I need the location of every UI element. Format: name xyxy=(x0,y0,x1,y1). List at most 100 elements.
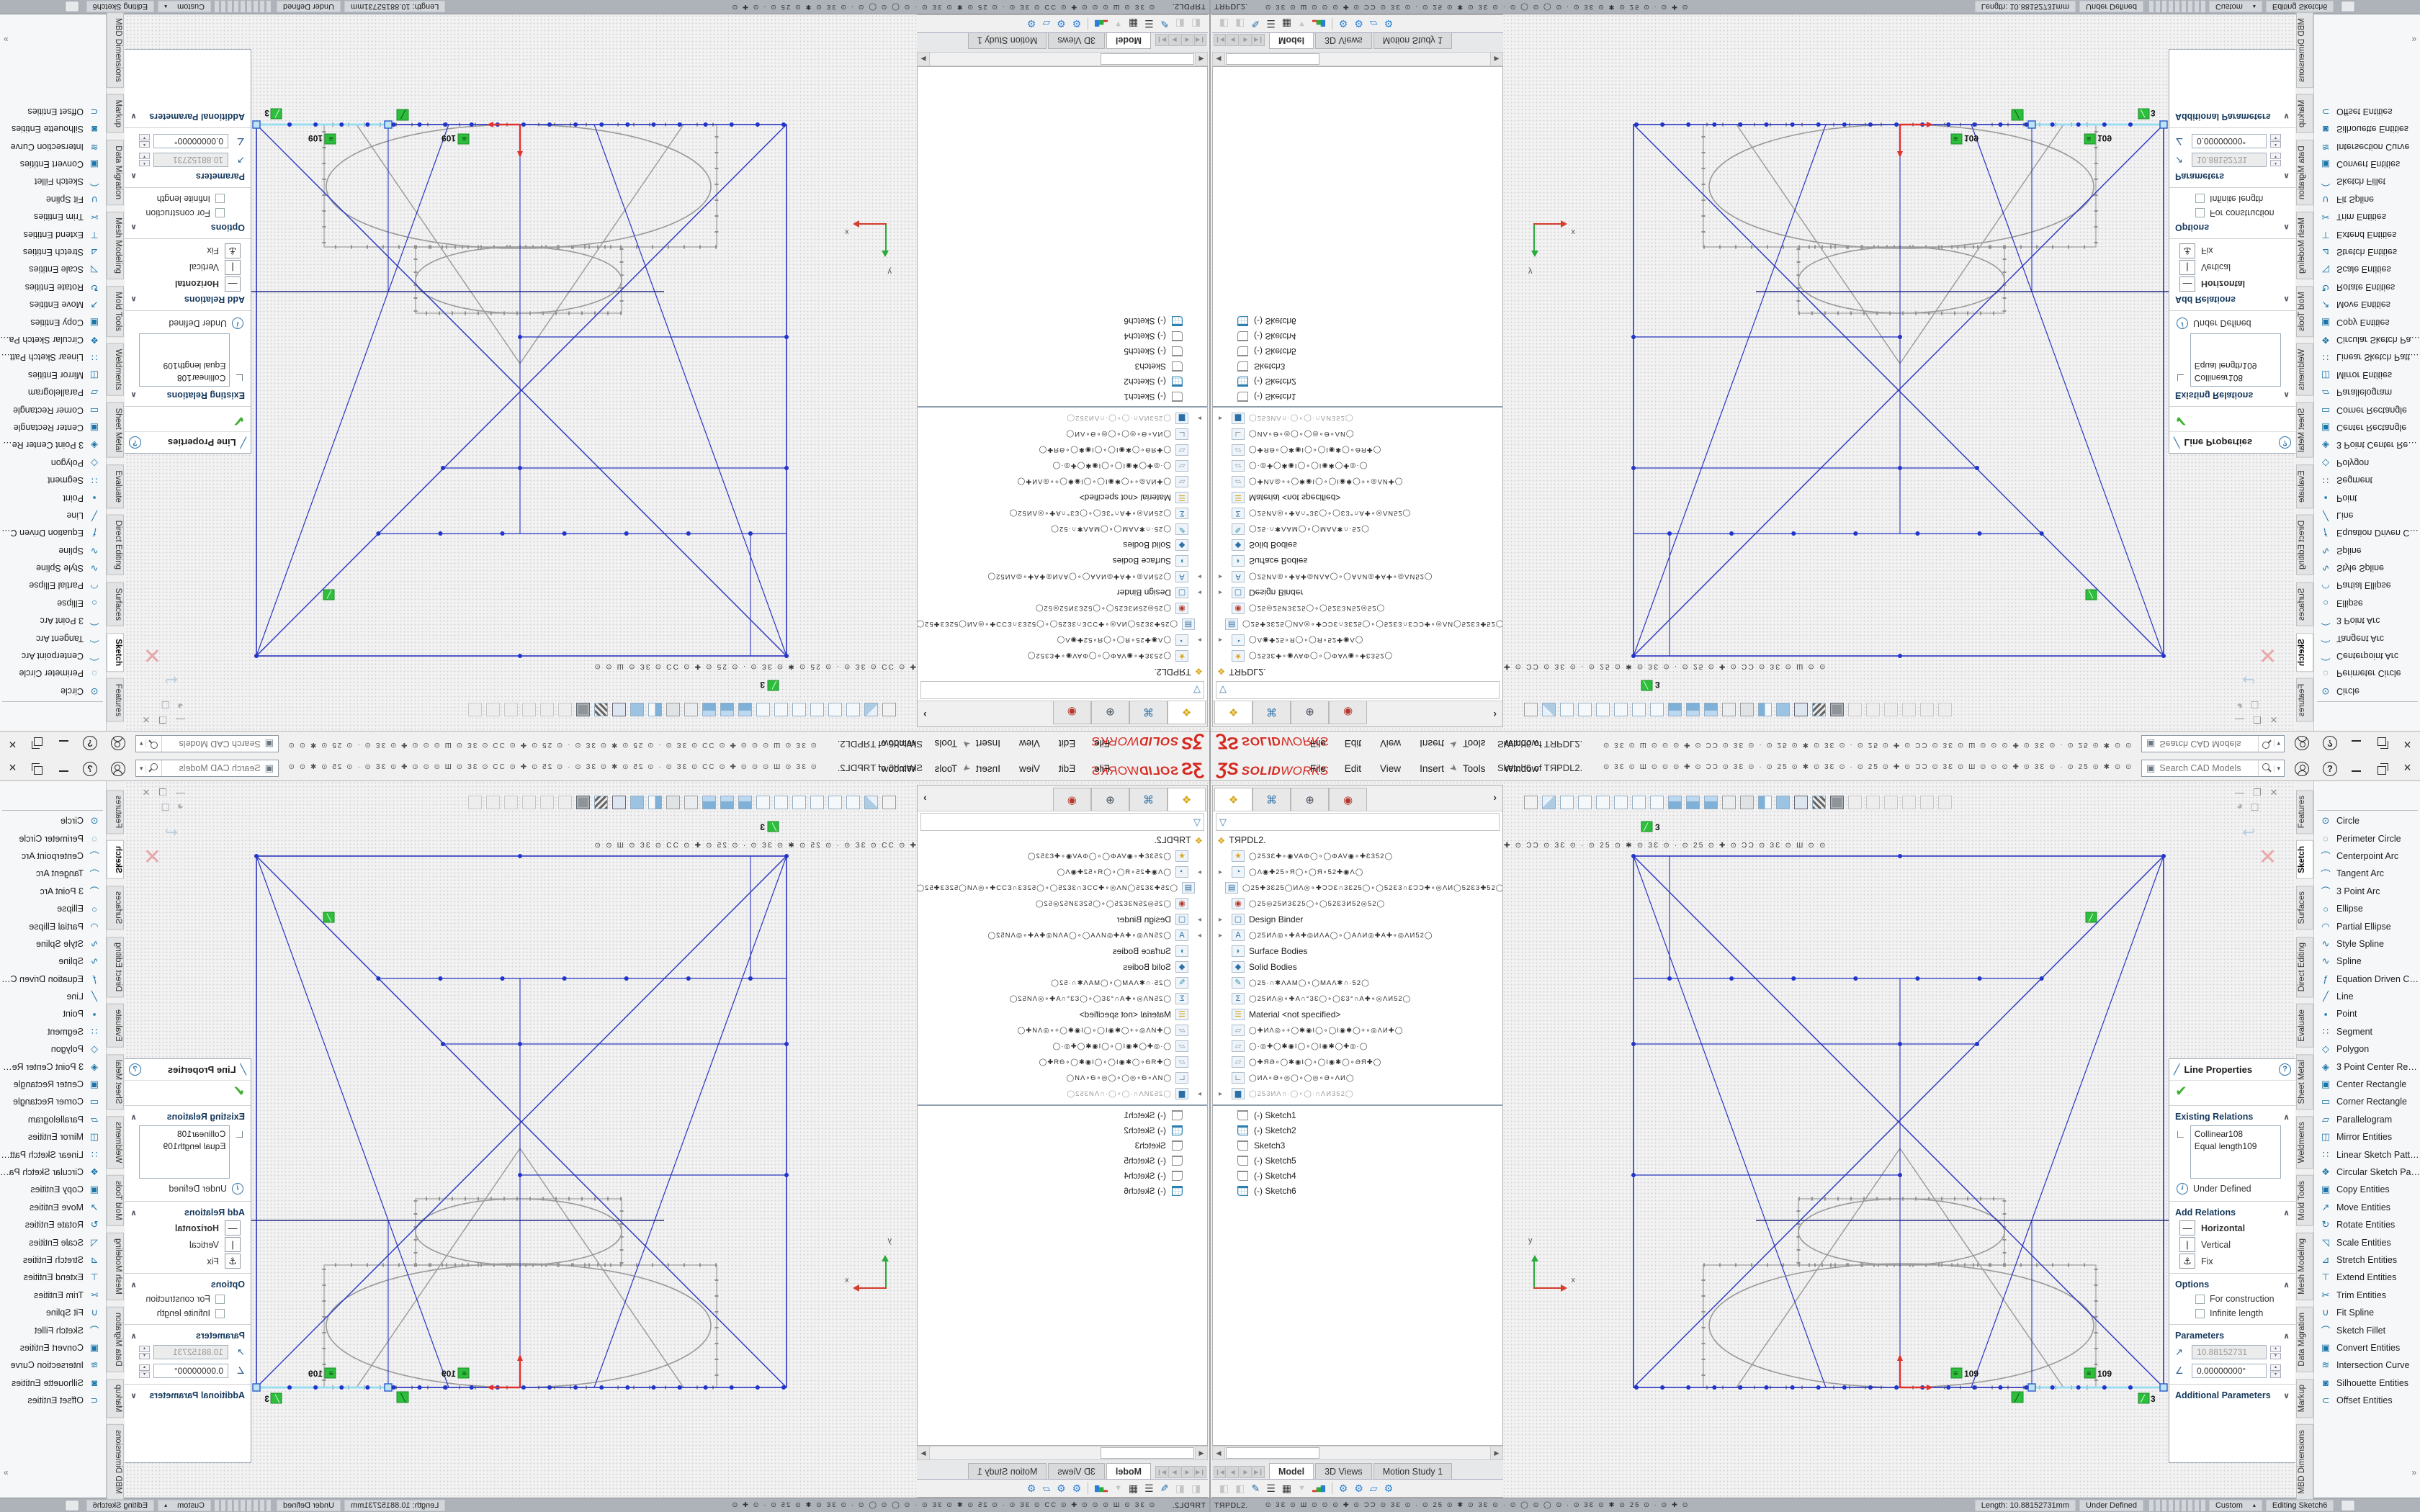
minimize-button[interactable] xyxy=(2349,735,2365,752)
tree-row[interactable]: ▸ ✎ ◯25·∩✱ΛAΜ◯∘◯ΜAΛ✱∩·52◯ xyxy=(1213,975,1502,991)
flyout-tool-item[interactable]: ∿ Style Spline xyxy=(2314,559,2420,577)
tab-displaymanager[interactable]: ◉ xyxy=(1053,701,1091,724)
view-toolbar-icon[interactable] xyxy=(558,703,572,716)
sketch-row[interactable]: (-) Sketch5 xyxy=(1213,344,1502,359)
view-toolbar-icon[interactable] xyxy=(1848,796,1862,809)
ok-check-icon[interactable]: ✔ xyxy=(125,410,251,431)
flyout-expand-icon[interactable]: » xyxy=(2411,1467,2416,1477)
expand-arrow-icon[interactable]: ▸ xyxy=(1219,589,1229,597)
sketch-row[interactable]: (-) Sketch4 xyxy=(1213,1168,1502,1183)
search-icon[interactable] xyxy=(2258,736,2274,752)
view-toolbar-icon[interactable] xyxy=(828,796,842,809)
view-toolbar-icon[interactable] xyxy=(540,703,554,716)
search-box[interactable]: ▣ ▾ xyxy=(135,735,279,752)
flyout-tool-item[interactable]: ∪ Fit Spline xyxy=(2314,191,2420,208)
model-tab[interactable]: Model xyxy=(1269,33,1314,49)
relation-button-icon[interactable]: | xyxy=(225,260,241,275)
view-toolbar-icon[interactable] xyxy=(1632,703,1646,716)
flyout-tool-item[interactable]: ⊙ Circle xyxy=(0,683,106,700)
flyout-tool-item[interactable]: ◈ 3 Point Center Recta... xyxy=(2314,436,2420,454)
tree-row[interactable]: ▸ ∟ ◯ИΛ∘Ә∘◎◯∘◯◎∘Ә∘ΛИ◯ xyxy=(918,426,1207,442)
tab-featuremanager-tree[interactable]: ❖ xyxy=(1214,788,1252,811)
sketch-row[interactable]: Sketch3 xyxy=(1213,359,1502,374)
flyout-tool-item[interactable]: ⊤ Extend Entities xyxy=(0,1269,106,1286)
view-toolbar-icon[interactable] xyxy=(1884,703,1898,716)
motion-toolbar-icon[interactable]: ◧ xyxy=(1219,19,1229,29)
additional-parameters-header[interactable]: Additional Parameters ∨ xyxy=(125,109,251,124)
sketch-row[interactable]: (-) Sketch5 xyxy=(918,344,1207,359)
sketch-row[interactable]: (-) Sketch1 xyxy=(918,1107,1207,1122)
doc-close-icon[interactable]: ✕ xyxy=(2270,714,2278,725)
commandmanager-tab[interactable]: Mesh Modeling xyxy=(2296,212,2313,279)
existing-relations-header[interactable]: Existing Relations ∧ xyxy=(125,388,251,402)
scroll-right-icon[interactable]: ▶ xyxy=(1490,53,1502,66)
expand-arrow-icon[interactable]: ▸ xyxy=(1219,573,1229,581)
motion-toolbar-icon[interactable]: ⚙ xyxy=(1339,19,1348,29)
view-toolbar-icon[interactable] xyxy=(1722,796,1736,809)
menu-item[interactable]: Edit xyxy=(1345,738,1361,749)
relation-button-icon[interactable]: ⚓ xyxy=(2179,243,2195,258)
panel-help-icon[interactable]: ? xyxy=(2279,1063,2291,1076)
expand-arrow-icon[interactable]: ▸ xyxy=(1219,415,1229,423)
tree-filter-input[interactable] xyxy=(1229,816,1499,828)
search-dropdown-icon[interactable]: ▾ xyxy=(138,765,146,773)
player-button[interactable]: ▶ xyxy=(1240,1466,1252,1478)
search-icon[interactable] xyxy=(146,760,162,776)
player-button[interactable]: ▶❙ xyxy=(1252,1466,1265,1478)
commandmanager-tab[interactable]: Direct Editing xyxy=(2296,937,2313,997)
flyout-tool-item[interactable]: ⊂ Offset Entities xyxy=(2314,1392,2420,1409)
checkbox-label[interactable]: For construction xyxy=(145,208,210,218)
tree-row[interactable]: ▸ Σ ◯25ИΛ◎∘✚A∩°3Ɛ◯∘◯Ɛ3°∩A✚∘◎ΛИ52◯ xyxy=(918,505,1207,521)
collapse-caret-icon[interactable]: ∧ xyxy=(130,223,137,233)
commandmanager-tab[interactable]: Surfaces xyxy=(107,582,125,626)
flyout-tool-item[interactable]: ⊂ Offset Entities xyxy=(2314,103,2420,120)
view-toolbar-icon[interactable] xyxy=(1596,703,1610,716)
view-toolbar-icon[interactable] xyxy=(1722,703,1736,716)
tree-row[interactable]: ▸ ▱ ◯✚ЯӘ∘◯✱◉I◯∘◯I◉✱◯∘ӘЯ✚◯ xyxy=(918,1054,1207,1070)
checkbox-label[interactable]: Infinite length xyxy=(157,194,210,204)
commandmanager-tab[interactable]: Direct Editing xyxy=(107,515,125,575)
confirmation-corner-cancel-icon[interactable]: ✕ xyxy=(2259,845,2277,870)
view-toolbar-icon[interactable] xyxy=(1812,796,1826,809)
scroll-thumb[interactable] xyxy=(1226,53,1319,65)
scroll-thumb[interactable] xyxy=(1101,53,1194,65)
flyout-tool-item[interactable]: ⌒ Sketch Fillet xyxy=(0,173,106,190)
tree-root-row[interactable]: ❖ TЯPDL2. xyxy=(1213,664,1502,680)
collapse-caret-icon[interactable]: ∨ xyxy=(130,112,137,122)
commandmanager-tab[interactable]: Weldments xyxy=(107,343,125,396)
close-button[interactable]: × xyxy=(4,735,21,752)
tabs-overflow-chevron-icon[interactable]: › xyxy=(923,709,927,721)
flyout-tool-item[interactable]: ∪ Fit Spline xyxy=(0,191,106,208)
view-toolbar-icon[interactable] xyxy=(846,796,860,809)
doc-minimize-icon[interactable]: — xyxy=(2235,787,2244,798)
commandmanager-tab[interactable]: Evaluate xyxy=(107,464,125,508)
relation-button-icon[interactable]: — xyxy=(225,1220,241,1236)
flyout-tool-item[interactable]: ⌒ Centerpoint Arc xyxy=(2314,647,2420,665)
flyout-tool-item[interactable]: ↗ Move Entities xyxy=(0,296,106,313)
flyout-tool-item[interactable]: ↗ Move Entities xyxy=(0,1199,106,1216)
sketch-row[interactable]: (-) Sketch5 xyxy=(1213,1153,1502,1168)
horizontal-scrollbar[interactable]: ◀ ▶ xyxy=(917,52,1208,66)
view-toolbar-icon[interactable] xyxy=(1650,703,1664,716)
menu-item[interactable]: Tools xyxy=(1463,738,1486,749)
commandmanager-tab[interactable]: Direct Editing xyxy=(107,937,125,997)
model-tab[interactable]: Model xyxy=(1106,1463,1151,1479)
tree-row[interactable]: ▸ ▱ ◯✚ИΛ◎∘+◯✱◉I◯∘◯I◉✱◯+∘◎ΛИ✚◯ xyxy=(918,1022,1207,1038)
commandmanager-tab[interactable]: Data Migration xyxy=(107,1307,125,1372)
close-button[interactable]: × xyxy=(2399,760,2416,777)
checkbox[interactable] xyxy=(215,1295,225,1304)
relation-button-icon[interactable]: — xyxy=(225,276,241,292)
collapse-caret-icon[interactable]: ∧ xyxy=(2283,1331,2290,1341)
view-toolbar-icon[interactable] xyxy=(612,796,626,809)
view-toolbar-icon[interactable] xyxy=(1866,703,1880,716)
flyout-tool-item[interactable]: ▪ Point xyxy=(2314,489,2420,506)
menu-item[interactable]: File xyxy=(1094,738,1110,749)
angle-spinner[interactable]: ▴▾ xyxy=(2270,135,2281,148)
tree-row[interactable]: ▸ ▤ ◯25✚3Ɛ25◯ИΛ◎∘✚ƆƆƐ∩3Ɛ25◯∘◯52Ɛ3∩ƐƆƆ✚∘◎… xyxy=(1213,880,1502,896)
flyout-tool-item[interactable]: ∷ Linear Sketch Pattern xyxy=(0,348,106,366)
tree-row[interactable]: ▸ ☰ Material <not specified> xyxy=(1213,1007,1502,1022)
additional-parameters-header[interactable]: Additional Parameters ∨ xyxy=(125,1388,251,1403)
view-toolbar-icon[interactable] xyxy=(1830,703,1844,716)
player-button[interactable]: ❙◀ xyxy=(1194,1466,1206,1478)
length-spinner[interactable]: ▴▾ xyxy=(2270,1346,2281,1359)
